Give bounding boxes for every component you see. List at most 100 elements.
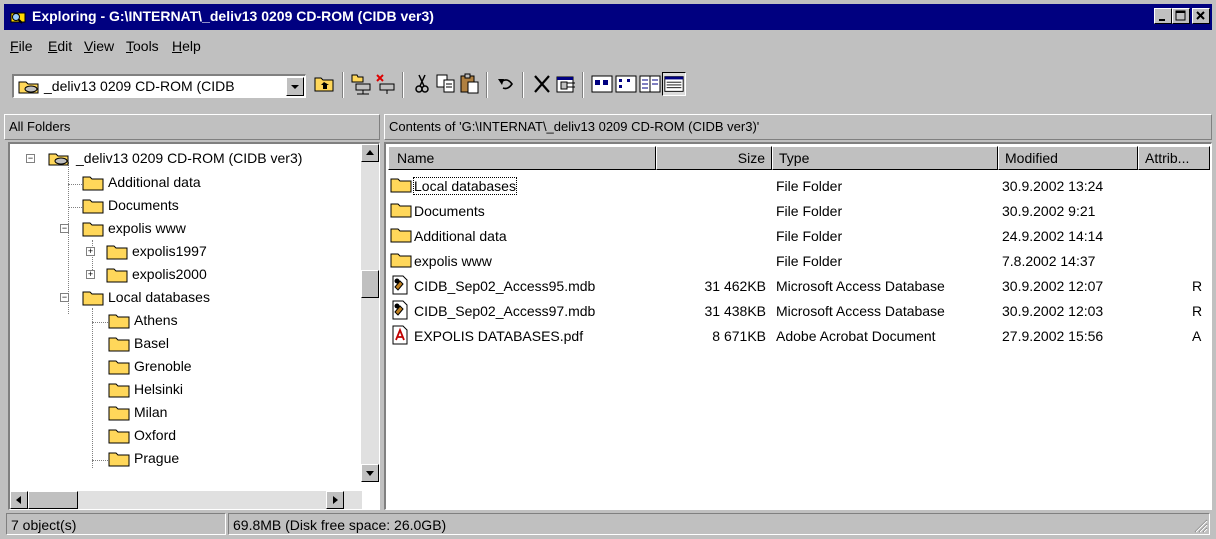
list-item[interactable]: Documents File Folder 30.9.2002 9:21 [386, 199, 1210, 224]
column-header-modified[interactable]: Modified [998, 146, 1138, 170]
menu-bar: File Edit View Tools Help [4, 32, 1212, 58]
details-view-icon [664, 76, 684, 92]
file-type: File Folder [776, 253, 843, 269]
expand-toggle[interactable]: + [86, 270, 95, 279]
paste-button[interactable] [458, 72, 482, 96]
toolbar-separator [522, 72, 524, 98]
details-view-button[interactable] [662, 72, 686, 96]
window-title: Exploring - G:\INTERNAT\_deliv13 0209 CD… [32, 8, 434, 24]
file-name: CIDB_Sep02_Access95.mdb [414, 278, 596, 294]
address-combobox[interactable]: _deliv13 0209 CD-ROM (CIDB [12, 74, 306, 98]
file-name: EXPOLIS DATABASES.pdf [414, 328, 584, 344]
tree-item-label: Grenoble [134, 358, 192, 374]
column-header-type[interactable]: Type [772, 146, 998, 170]
folder-icon [108, 406, 130, 421]
folder-icon [390, 178, 412, 193]
menu-tools[interactable]: Tools [126, 38, 159, 54]
file-type: File Folder [776, 178, 843, 194]
list-item[interactable]: CIDB_Sep02_Access97.mdb 31 438KB Microso… [386, 299, 1210, 324]
large-icons-view-icon [591, 75, 613, 93]
tree-item-label: Milan [134, 404, 168, 420]
file-name: Local databases [413, 177, 517, 195]
collapse-toggle[interactable]: − [60, 293, 69, 302]
close-button[interactable] [1192, 8, 1210, 24]
scroll-left-button[interactable] [10, 491, 28, 509]
toolbar-separator [402, 72, 404, 98]
file-modified: 30.9.2002 9:21 [1002, 203, 1096, 219]
minimize-button[interactable] [1154, 8, 1172, 24]
small-icons-view-icon [615, 75, 637, 93]
file-modified: 7.8.2002 14:37 [1002, 253, 1096, 269]
tree-horizontal-scrollbar[interactable] [10, 491, 362, 509]
tree-item-label: expolis1997 [132, 243, 207, 259]
toolbar-separator [342, 72, 344, 98]
folder-icon [108, 360, 130, 375]
address-dropdown-button[interactable] [286, 77, 304, 96]
column-header-size[interactable]: Size [656, 146, 772, 170]
arrow-right-icon [333, 496, 338, 504]
scroll-thumb[interactable] [361, 270, 379, 298]
cut-button[interactable] [410, 72, 434, 96]
folder-tree[interactable]: − _deliv13 0209 CD-ROM (CIDB ver3) Addit… [8, 142, 380, 510]
folder-icon [106, 245, 128, 260]
tree-connector [92, 322, 108, 323]
cd-drive-icon [48, 153, 69, 166]
list-view-button[interactable] [638, 72, 662, 96]
contents-label: Contents of 'G:\INTERNAT\_deliv13 0209 C… [389, 119, 760, 134]
list-item[interactable]: Local databases File Folder 30.9.2002 13… [386, 174, 1210, 199]
undo-icon [498, 79, 513, 90]
file-name: expolis www [414, 253, 492, 269]
column-header-attributes[interactable]: Attrib... [1138, 146, 1210, 170]
file-type: Adobe Acrobat Document [776, 328, 936, 344]
access-db-icon [392, 300, 408, 320]
tree-vertical-scrollbar[interactable] [361, 144, 379, 482]
close-icon [1196, 11, 1205, 20]
delete-button[interactable] [530, 72, 554, 96]
up-one-level-button[interactable] [312, 72, 336, 96]
file-list[interactable]: Name Size Type Modified Attrib... Local … [384, 142, 1212, 510]
menu-file[interactable]: File [10, 38, 33, 54]
map-network-drive-button[interactable] [350, 72, 374, 96]
resize-grip-icon[interactable] [1192, 517, 1208, 533]
hscroll-thumb[interactable] [28, 491, 78, 509]
undo-button[interactable] [494, 72, 518, 96]
menu-help[interactable]: Help [172, 38, 201, 54]
file-modified: 27.9.2002 15:56 [1002, 328, 1104, 344]
scroll-down-button[interactable] [361, 464, 379, 482]
list-item[interactable]: Additional data File Folder 24.9.2002 14… [386, 224, 1210, 249]
collapse-toggle[interactable]: − [26, 154, 35, 163]
file-type: File Folder [776, 203, 843, 219]
scroll-right-button[interactable] [326, 491, 344, 509]
status-disk-space: 69.8MB (Disk free space: 26.0GB) [228, 513, 1210, 535]
large-icons-view-button[interactable] [590, 72, 614, 96]
scroll-up-button[interactable] [361, 144, 379, 162]
copy-button[interactable] [434, 72, 458, 96]
copy-icon [436, 74, 455, 93]
list-item[interactable]: EXPOLIS DATABASES.pdf 8 671KB Adobe Acro… [386, 324, 1210, 349]
folder-icon [390, 253, 412, 268]
list-item[interactable]: expolis www File Folder 7.8.2002 14:37 [386, 249, 1210, 274]
small-icons-view-button[interactable] [614, 72, 638, 96]
properties-icon [556, 76, 575, 93]
tree-connector [92, 308, 93, 468]
properties-button[interactable] [554, 72, 578, 96]
tree-item-label: Additional data [108, 174, 201, 190]
disconnect-network-drive-button[interactable] [374, 72, 398, 96]
collapse-toggle[interactable]: − [60, 224, 69, 233]
column-header-name[interactable]: Name [388, 146, 656, 170]
map-network-drive-icon [351, 74, 371, 95]
toolbar-separator [582, 72, 584, 98]
maximize-button[interactable] [1172, 8, 1190, 24]
explorer-app-icon [10, 12, 26, 24]
list-item[interactable]: CIDB_Sep02_Access95.mdb 31 462KB Microso… [386, 274, 1210, 299]
folder-icon [108, 337, 130, 352]
folder-icon [108, 383, 130, 398]
folder-icon [82, 222, 104, 237]
expand-toggle[interactable]: + [86, 247, 95, 256]
folder-icon [108, 429, 130, 444]
menu-view[interactable]: View [84, 38, 114, 54]
tree-connector [92, 460, 108, 461]
title-bar[interactable]: Exploring - G:\INTERNAT\_deliv13 0209 CD… [4, 4, 1212, 30]
menu-edit[interactable]: Edit [48, 38, 72, 54]
folder-icon [108, 452, 130, 467]
